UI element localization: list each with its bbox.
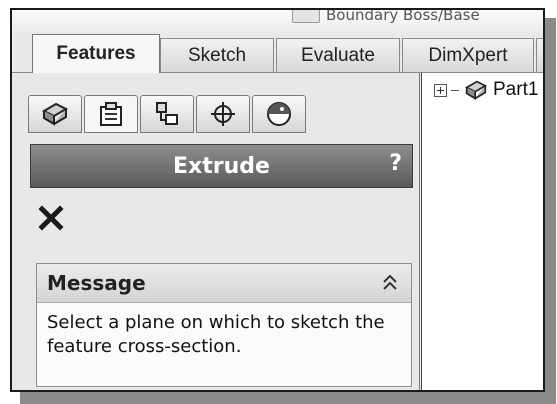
- top-toolbar-strip: Boundary Boss/Base: [12, 10, 543, 32]
- property-manager-panel: Extrude ? Message Select a plane on whic…: [12, 73, 420, 390]
- message-text: Select a plane on which to sketch the fe…: [47, 312, 385, 357]
- boundary-boss-label: Boundary Boss/Base: [326, 8, 480, 24]
- part-icon: [464, 80, 488, 100]
- command-manager-tabs: Features Sketch Evaluate DimXpert: [12, 34, 543, 73]
- tree-item-label: Part1: [493, 79, 539, 100]
- message-header[interactable]: Message: [37, 264, 411, 303]
- display-manager-icon: [267, 102, 291, 126]
- tab-dimxpert[interactable]: DimXpert: [402, 38, 534, 72]
- tab-more[interactable]: [536, 38, 543, 72]
- tree-connector: [451, 89, 459, 91]
- tab-evaluate[interactable]: Evaluate: [276, 38, 400, 72]
- extrude-title-bar: Extrude ?: [30, 144, 413, 188]
- configurationmanager-icon: [156, 102, 178, 125]
- tree-item-part1[interactable]: Part1: [434, 79, 538, 101]
- double-chevron-up-icon[interactable]: [381, 272, 399, 294]
- solidworks-window: Boundary Boss/Base Features Sketch Evalu…: [10, 8, 545, 392]
- close-icon[interactable]: [38, 205, 64, 231]
- tab-features[interactable]: Features: [32, 34, 160, 73]
- featuremanager-icon: [41, 102, 69, 126]
- message-heading: Message: [47, 271, 146, 295]
- dimxpertmanager-tab[interactable]: [196, 95, 250, 133]
- panel-tab-bar: [28, 95, 308, 133]
- propertymanager-tab[interactable]: [84, 95, 138, 133]
- propertymanager-icon: [100, 102, 122, 126]
- help-button[interactable]: ?: [389, 151, 402, 176]
- display-manager-tab[interactable]: [252, 95, 306, 133]
- page-title: Extrude: [173, 153, 270, 179]
- configurationmanager-tab[interactable]: [140, 95, 194, 133]
- tab-sketch[interactable]: Sketch: [160, 38, 274, 72]
- featuremanager-tab[interactable]: [28, 95, 82, 133]
- boundary-boss-base-button[interactable]: Boundary Boss/Base: [292, 8, 480, 25]
- boundary-boss-icon: [292, 10, 320, 23]
- feature-tree-pane: Part1: [421, 73, 543, 390]
- plus-expand-icon[interactable]: [434, 83, 447, 97]
- message-box: Message Select a plane on which to sketc…: [36, 263, 412, 387]
- dimxpertmanager-icon: [211, 102, 235, 126]
